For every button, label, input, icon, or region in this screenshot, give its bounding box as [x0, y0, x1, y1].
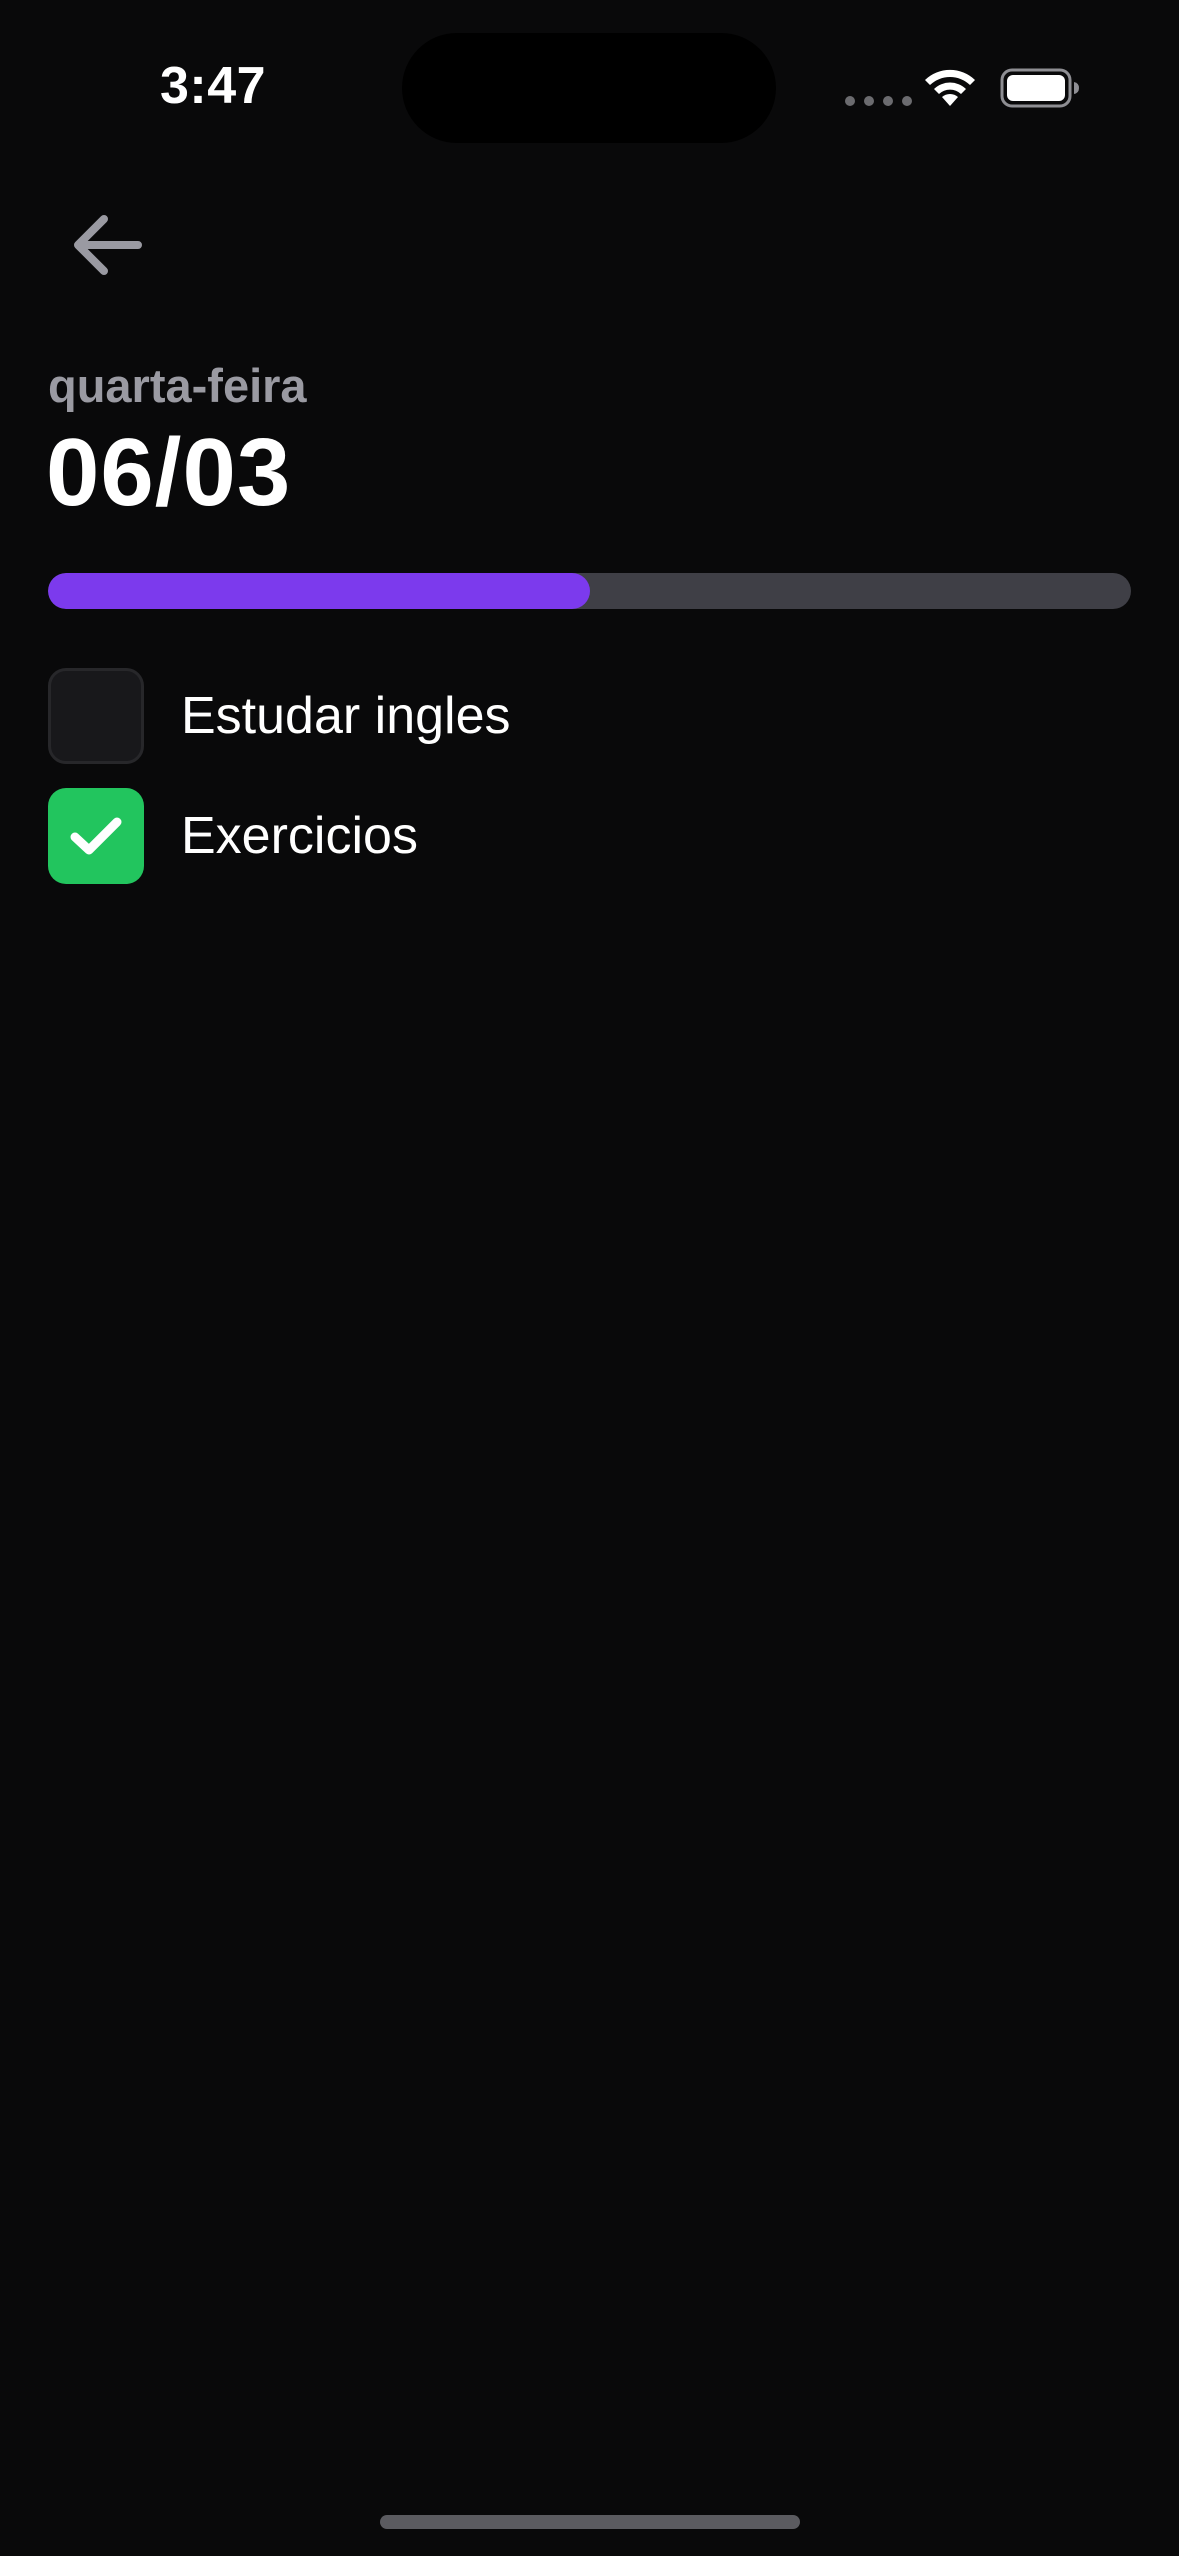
habit-checkbox[interactable]	[48, 668, 144, 764]
battery-icon	[1000, 68, 1079, 108]
cellular-signal-icon	[845, 96, 912, 106]
habit-checkbox[interactable]	[48, 788, 144, 884]
back-button[interactable]	[58, 200, 154, 290]
progress-fill	[48, 573, 590, 609]
habit-item[interactable]: Exercicios	[48, 788, 1131, 884]
wifi-icon	[925, 69, 975, 106]
status-time: 3:47	[160, 57, 267, 115]
progress-bar	[48, 573, 1131, 609]
dynamic-island	[402, 33, 776, 143]
habit-list: Estudar ingles Exercicios	[48, 668, 1131, 908]
arrow-left-icon	[74, 215, 142, 275]
page-title: 06/03	[46, 419, 292, 526]
home-indicator	[380, 2515, 800, 2529]
habit-label: Estudar ingles	[181, 687, 511, 745]
checkmark-icon	[70, 817, 122, 855]
habit-label: Exercicios	[181, 807, 418, 865]
habit-item[interactable]: Estudar ingles	[48, 668, 1131, 764]
weekday-label: quarta-feira	[48, 359, 307, 412]
